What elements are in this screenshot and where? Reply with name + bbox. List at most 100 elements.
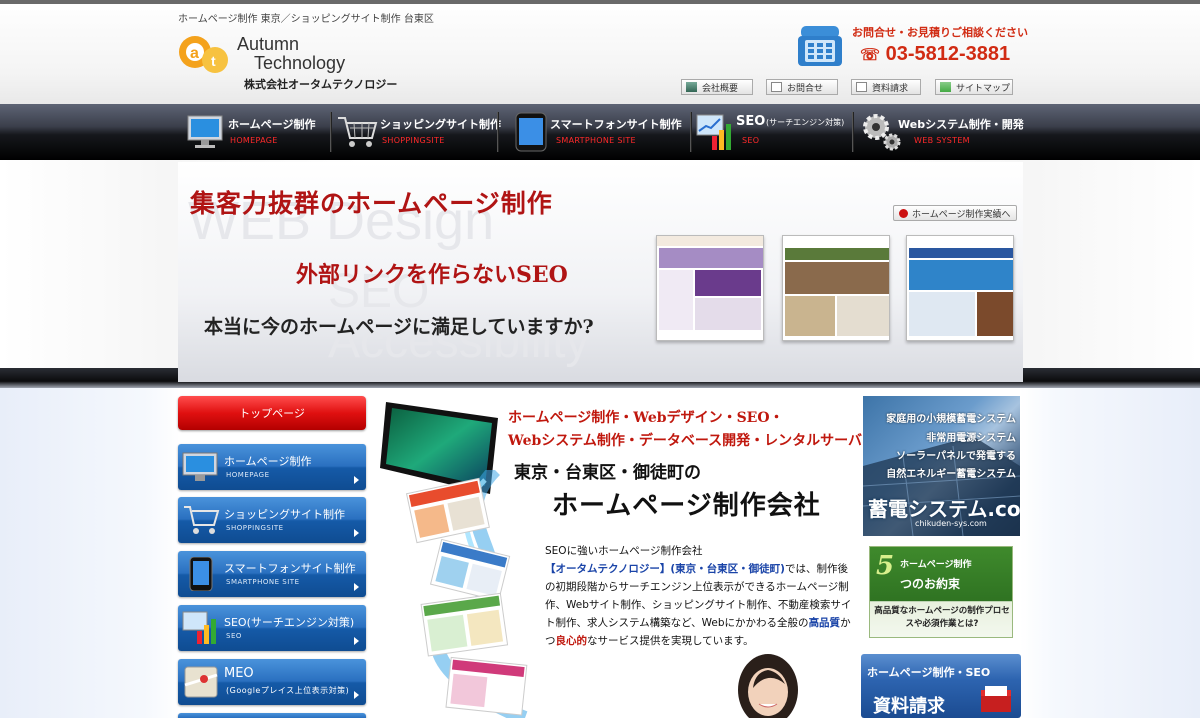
intro-conscience: 良心的 — [555, 635, 588, 647]
portfolio-thumbnail[interactable] — [906, 235, 1014, 341]
phone-number[interactable]: ☏ 03-5812-3881 — [860, 43, 1010, 66]
portfolio-thumbnail[interactable] — [782, 235, 890, 341]
shopping-cart-icon — [338, 117, 378, 147]
contact-link[interactable]: お問合せ — [766, 79, 838, 95]
banner1-line: 家庭用の小規模蓄電システム — [886, 414, 1016, 425]
shopping-cart-icon — [184, 506, 220, 534]
nav-websystem[interactable]: Webシステム制作・開発 WEB SYSTEM — [856, 106, 1024, 156]
sitemap-label: サイトマップ — [956, 83, 1011, 94]
nav-shopping-label: ショッピングサイト制作 — [380, 118, 501, 131]
gears-icon — [863, 114, 901, 151]
sidebar-item-meo[interactable]: MEO (Googleプレイス上位表示対策) — [178, 659, 366, 705]
arrow-right-icon — [354, 529, 359, 537]
contact-link-label: お問合せ — [787, 83, 824, 94]
banner1-title: 蓄電システム.com — [868, 497, 1020, 521]
arrow-right-icon — [354, 691, 359, 699]
telephone-icon — [798, 26, 842, 66]
sidebar-top-page-button[interactable]: トップページ — [178, 396, 366, 430]
sidebar-item-label: スマートフォンサイト制作 — [224, 562, 356, 575]
phone-number-text: 03-5812-3881 — [885, 43, 1011, 65]
banner-five-promises[interactable]: 5 ホームページ制作 つのお約束 高品質なホームページの制作プロセスや必須作業と… — [869, 546, 1013, 638]
intro-company: 【オータムテクノロジー】(東京・台東区・御徒町) — [545, 563, 785, 575]
smartphone-icon — [515, 112, 547, 152]
banner2-number: 5 — [876, 551, 895, 581]
staff-photo — [738, 654, 798, 718]
main-headline-1: ホームページ制作・Webデザイン・SEO・ — [508, 410, 784, 426]
sidebar-item-label: SEO(サーチエンジン対策) — [224, 616, 355, 629]
nav-divider — [690, 112, 691, 152]
intro-lead: SEOに強いホームページ制作会社 — [545, 545, 703, 557]
nav-smartphone[interactable]: スマートフォンサイト制作 SMARTPHONE SITE — [502, 106, 688, 156]
svg-text:a: a — [190, 45, 199, 62]
nav-smartphone-label: スマートフォンサイト制作 — [550, 118, 682, 131]
nav-websystem-en: WEB SYSTEM — [914, 136, 970, 145]
bar-chart-icon — [696, 114, 731, 150]
monitor-icon — [187, 115, 223, 148]
nav-shopping[interactable]: ショッピングサイト制作 SHOPPINGSITE — [334, 106, 501, 156]
nav-smartphone-en: SMARTPHONE SITE — [556, 136, 636, 145]
intro-tail: なサービス提供を実現しています。 — [587, 635, 754, 647]
banner3-subtitle: ホームページ制作・SEO — [867, 666, 991, 679]
logo-icon[interactable]: a t — [177, 32, 237, 76]
nav-seo-sublabel: (サーチエンジン対策) — [766, 118, 845, 127]
works-button[interactable]: ホームページ制作実績へ — [893, 205, 1017, 221]
banner1-line: 自然エネルギー蓄電システム — [886, 469, 1016, 480]
arrow-right-icon — [354, 583, 359, 591]
phone-glyph-icon: ☏ — [860, 47, 881, 64]
document-request-link[interactable]: 資料請求 — [851, 79, 921, 95]
banner1-url: chikuden-sys.com — [915, 519, 987, 528]
mail-icon — [771, 82, 782, 92]
company-profile-link[interactable]: 会社概要 — [681, 79, 753, 95]
nav-seo[interactable]: SEO (サーチエンジン対策) SEO — [694, 106, 850, 156]
sidebar-item-smartphone[interactable]: スマートフォンサイト制作 SMARTPHONE SITE — [178, 551, 366, 597]
banner-battery-system[interactable]: 家庭用の小規模蓄電システム 非常用電源システム ソーラーパネルで発電する 自然エ… — [863, 396, 1020, 536]
logo-text-technology[interactable]: Technology — [254, 53, 345, 74]
contact-label: お問合せ・お見積りご相談ください — [852, 26, 1028, 39]
nav-homepage-en: HOMEPAGE — [230, 136, 278, 145]
nav-divider — [497, 112, 498, 152]
hero-banner: WEB Design SEO Accessibility 集客力抜群のホームペー… — [178, 162, 1023, 382]
main-headline-2: Webシステム制作・データベース開発・レンタルサーバ — [508, 433, 863, 449]
nav-seo-label: SEO — [736, 114, 766, 129]
nav-shopping-en: SHOPPINGSITE — [382, 136, 445, 145]
banner3-title: 資料請求 — [873, 696, 945, 717]
sidebar-item-en: SHOPPINGSITE — [226, 524, 284, 532]
sidebar-item-en: SEO — [226, 632, 242, 640]
nav-homepage-label: ホームページ制作 — [228, 118, 316, 131]
portfolio-thumbnail[interactable] — [656, 235, 764, 341]
sidebar-item-sublabel: (Googleプレイス上位表示対策) — [226, 686, 350, 695]
sitemap-icon — [940, 82, 951, 92]
nav-homepage[interactable]: ホームページ制作 HOMEPAGE — [182, 106, 328, 156]
site-tagline: ホームページ制作 東京／ショッピングサイト制作 台東区 — [178, 14, 434, 25]
sidebar-item-label: ホームページ制作 — [224, 455, 312, 468]
sidebar-item-more[interactable] — [178, 713, 366, 718]
sidebar-item-seo[interactable]: SEO(サーチエンジン対策) SEO — [178, 605, 366, 651]
sidebar-item-en: HOMEPAGE — [226, 471, 270, 479]
nav-seo-en: SEO — [742, 136, 760, 145]
banner2-description: 高品質なホームページの制作プロセスや必須作業とは? — [874, 606, 1010, 629]
banner-document-request[interactable]: ホームページ制作・SEO 資料請求 — [861, 654, 1021, 718]
main-headline-3: 東京・台東区・御徒町の — [514, 463, 701, 483]
sidebar-item-label: ショッピングサイト制作 — [224, 508, 345, 521]
map-icon — [184, 666, 218, 698]
sidebar-item-homepage[interactable]: ホームページ制作 HOMEPAGE — [178, 444, 366, 490]
hero-headline-1: 集客力抜群のホームページ制作 — [190, 189, 553, 218]
company-name: 株式会社オータムテクノロジー — [244, 78, 398, 91]
intro-quality: 高品質 — [808, 617, 841, 629]
sitemap-link[interactable]: サイトマップ — [935, 79, 1013, 95]
arrow-right-icon — [354, 476, 359, 484]
hero-headline-3: 本当に今のホームページに満足していますか? — [204, 316, 594, 338]
building-icon — [686, 82, 697, 92]
sidebar-item-en: SMARTPHONE SITE — [226, 578, 300, 586]
banner1-line: ソーラーパネルで発電する — [896, 451, 1016, 462]
nav-websystem-label: Webシステム制作・開発 — [898, 118, 1024, 131]
sidebar-item-label: MEO — [224, 666, 254, 681]
banner2-title: つのお約束 — [900, 577, 961, 591]
folder-icon — [981, 686, 1011, 712]
banner1-line: 非常用電源システム — [926, 433, 1016, 444]
nav-divider — [330, 112, 331, 152]
banner2-subtitle: ホームページ制作 — [900, 560, 972, 570]
logo-text-autumn[interactable]: Autumn — [237, 34, 299, 55]
sidebar-item-shopping[interactable]: ショッピングサイト制作 SHOPPINGSITE — [178, 497, 366, 543]
bar-chart-icon — [182, 611, 216, 644]
